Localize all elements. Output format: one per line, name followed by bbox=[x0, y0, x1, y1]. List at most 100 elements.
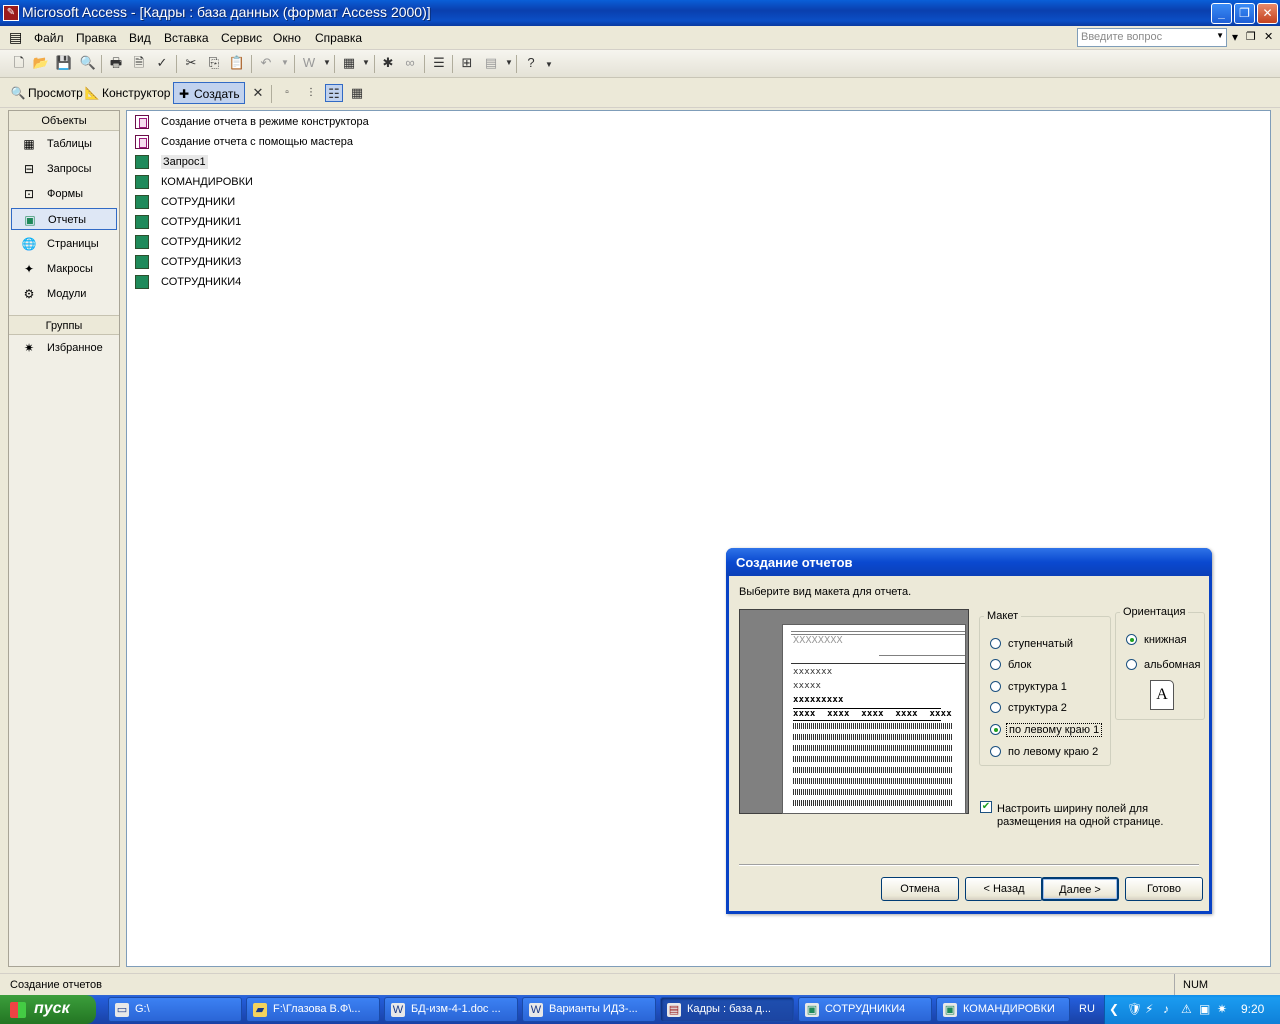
menu-help[interactable]: Справка bbox=[315, 31, 362, 45]
delete-icon[interactable]: ✕ bbox=[249, 84, 267, 102]
toolbar-options-icon[interactable]: ▼ bbox=[540, 56, 558, 74]
print-preview-icon[interactable]: 🗎 bbox=[130, 54, 148, 72]
minimize-button[interactable]: _ bbox=[1211, 3, 1232, 24]
nav-queries[interactable]: ⊟ Запросы bbox=[11, 158, 117, 180]
nav-macros[interactable]: ✦ Макросы bbox=[11, 258, 117, 280]
design-button[interactable]: 📐 Конструктор bbox=[82, 82, 174, 104]
list-item-report[interactable]: СОТРУДНИКИ3 bbox=[133, 252, 241, 272]
task-word-doc[interactable]: W БД-изм-4-1.doc ... bbox=[384, 997, 518, 1022]
layout-option-left-align1[interactable]: по левому краю 1 bbox=[990, 722, 1103, 738]
chevron-down-icon[interactable]: ▼ bbox=[1216, 31, 1224, 40]
doc-close-icon[interactable]: ✕ bbox=[1264, 30, 1273, 43]
doc-restore-icon[interactable]: ❐ bbox=[1246, 30, 1256, 43]
list-item-report[interactable]: СОТРУДНИКИ bbox=[133, 192, 235, 212]
objects-header[interactable]: Объекты bbox=[9, 111, 119, 131]
nav-favorites[interactable]: ✷ Избранное bbox=[11, 337, 117, 359]
preview-button[interactable]: 🔍 Просмотр bbox=[8, 82, 87, 104]
fit-width-checkbox[interactable]: ✔ bbox=[980, 801, 992, 813]
undo-icon[interactable]: ↶ bbox=[257, 54, 275, 72]
layout-option-block[interactable]: блок bbox=[990, 657, 1031, 673]
access-app-icon[interactable]: ✎ bbox=[3, 5, 19, 21]
toolbar-separator bbox=[334, 55, 335, 73]
task-report-employees4[interactable]: ▣ СОТРУДНИКИ4 bbox=[798, 997, 932, 1022]
network-icon[interactable]: ⚡ bbox=[1145, 1002, 1153, 1016]
nav-forms[interactable]: ⊡ Формы bbox=[11, 183, 117, 205]
details-view-icon[interactable]: ▦ bbox=[348, 84, 366, 102]
analyze-dropdown-icon[interactable]: ▼ bbox=[357, 54, 375, 72]
task-explorer-f[interactable]: ▰ F:\Глазова В.Ф\... bbox=[246, 997, 380, 1022]
finish-button[interactable]: Готово bbox=[1125, 877, 1203, 901]
back-button[interactable]: < Назад bbox=[965, 877, 1043, 901]
task-explorer-g[interactable]: ▭ G:\ bbox=[108, 997, 242, 1022]
list-item-report[interactable]: СОТРУДНИКИ2 bbox=[133, 232, 241, 252]
cut-icon[interactable]: ✂ bbox=[182, 54, 200, 72]
doc-window-icon[interactable]: ▤ bbox=[9, 29, 22, 46]
nav-tables[interactable]: ▦ Таблицы bbox=[11, 133, 117, 155]
list-item-report[interactable]: КОМАНДИРОВКИ bbox=[133, 172, 253, 192]
office-links-icon[interactable]: W bbox=[300, 54, 318, 72]
menu-file[interactable]: Файл bbox=[34, 31, 64, 45]
properties-icon[interactable]: ☰ bbox=[430, 54, 448, 72]
tray-app-icon[interactable]: ✷ bbox=[1217, 1002, 1227, 1016]
layout-option-outline1[interactable]: структура 1 bbox=[990, 679, 1067, 695]
menu-view[interactable]: Вид bbox=[129, 31, 151, 45]
task-label: СОТРУДНИКИ4 bbox=[825, 1003, 906, 1015]
cancel-button[interactable]: Отмена bbox=[881, 877, 959, 901]
copy-icon[interactable]: ⎘ bbox=[205, 54, 223, 72]
print-icon[interactable]: 🖶 bbox=[107, 54, 125, 72]
task-access-db[interactable]: ▤ Кадры : база д... bbox=[660, 997, 794, 1022]
groups-header[interactable]: Группы bbox=[9, 315, 119, 335]
list-item-create-wizard[interactable]: Создание отчета с помощью мастера bbox=[133, 132, 353, 152]
new-file-icon[interactable]: 🗋 bbox=[10, 54, 28, 72]
doc-minimize-icon[interactable]: ▾ bbox=[1232, 30, 1238, 44]
antivirus-icon[interactable]: 🛡 bbox=[1127, 1002, 1142, 1016]
code-icon[interactable]: ✱ bbox=[379, 54, 397, 72]
menu-window[interactable]: Окно bbox=[273, 31, 301, 45]
language-indicator[interactable]: RU bbox=[1079, 1003, 1095, 1015]
spelling-icon[interactable]: ✓ bbox=[153, 54, 171, 72]
script-editor-icon[interactable]: ∞ bbox=[401, 54, 419, 72]
save-icon[interactable]: 💾 bbox=[55, 54, 73, 72]
open-folder-icon[interactable]: 📂 bbox=[32, 54, 50, 72]
small-icons-icon[interactable]: ⋮ bbox=[302, 84, 320, 102]
list-item-report[interactable]: СОТРУДНИКИ1 bbox=[133, 212, 241, 232]
nav-modules[interactable]: ⚙ Модули bbox=[11, 283, 117, 305]
next-button[interactable]: Далее > bbox=[1041, 877, 1119, 901]
relationships-icon[interactable]: ⊞ bbox=[458, 54, 476, 72]
volume-icon[interactable]: ♪ bbox=[1163, 1002, 1169, 1016]
help-icon[interactable]: ? bbox=[522, 54, 540, 72]
analyze-icon[interactable]: ▦ bbox=[340, 54, 358, 72]
nav-reports[interactable]: ▣ Отчеты bbox=[11, 208, 117, 230]
orientation-landscape[interactable]: альбомная bbox=[1126, 657, 1200, 673]
nav-pages[interactable]: 🌐 Страницы bbox=[11, 233, 117, 255]
radio-label: структура 2 bbox=[1008, 702, 1067, 714]
file-search-icon[interactable]: 🔍 bbox=[79, 54, 97, 72]
undo-dropdown-icon[interactable]: ▼ bbox=[276, 54, 294, 72]
create-button[interactable]: ✚ Создать bbox=[173, 82, 245, 104]
new-object-icon[interactable]: ▤ bbox=[482, 54, 500, 72]
list-item-report[interactable]: СОТРУДНИКИ4 bbox=[133, 272, 241, 292]
menu-edit[interactable]: Правка bbox=[76, 31, 117, 45]
restore-button[interactable]: ❐ bbox=[1234, 3, 1255, 24]
report-icon bbox=[135, 195, 149, 209]
ask-question-box[interactable]: Введите вопрос ▼ bbox=[1077, 28, 1227, 47]
tray-expand-icon[interactable]: ❮ bbox=[1109, 1002, 1119, 1016]
menu-tools[interactable]: Сервис bbox=[221, 31, 262, 45]
menu-insert[interactable]: Вставка bbox=[164, 31, 209, 45]
layout-option-left-align2[interactable]: по левому краю 2 bbox=[990, 744, 1098, 760]
task-report-trips[interactable]: ▣ КОМАНДИРОВКИ bbox=[936, 997, 1070, 1022]
orientation-portrait[interactable]: книжная bbox=[1126, 632, 1187, 648]
list-item-report[interactable]: Запрос1 bbox=[133, 152, 208, 172]
close-button[interactable]: ✕ bbox=[1257, 3, 1278, 24]
start-button[interactable]: пуск bbox=[0, 995, 96, 1024]
security-alert-icon[interactable]: ⚠ bbox=[1181, 1002, 1192, 1016]
list-item-create-design[interactable]: Создание отчета в режиме конструктора bbox=[133, 112, 369, 132]
toolbar-separator bbox=[424, 55, 425, 73]
large-icons-icon[interactable]: ▫ bbox=[278, 84, 296, 102]
task-word-variants[interactable]: W Варианты ИДЗ-... bbox=[522, 997, 656, 1022]
layout-option-outline2[interactable]: структура 2 bbox=[990, 700, 1067, 716]
layout-option-stepped[interactable]: ступенчатый bbox=[990, 636, 1073, 652]
list-view-icon[interactable]: ☷ bbox=[325, 84, 343, 102]
paste-icon[interactable]: 📋 bbox=[228, 54, 246, 72]
display-icon[interactable]: ▣ bbox=[1199, 1002, 1210, 1016]
